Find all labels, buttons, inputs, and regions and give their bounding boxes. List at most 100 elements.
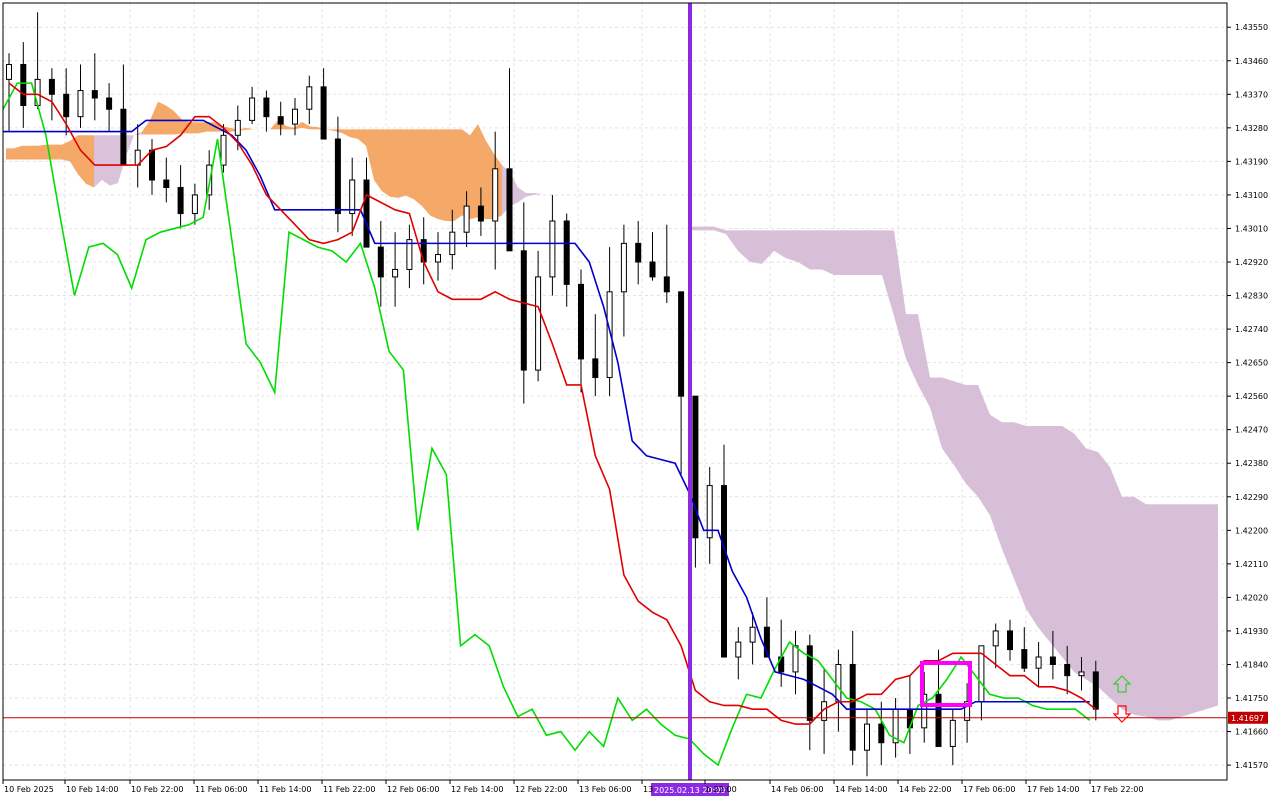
time-tick-label: 12 Feb 22:00 <box>515 785 567 794</box>
candle-bear <box>20 63 27 106</box>
cloud-future-segment <box>750 230 762 264</box>
candle-bear <box>106 97 113 110</box>
cloud-future-segment <box>1038 425 1050 643</box>
candle-bull <box>249 97 256 121</box>
time-tick-label: 17 Feb 06:00 <box>963 785 1015 794</box>
cloud-segment <box>470 124 478 220</box>
candle-bear <box>1021 649 1028 669</box>
time-tick-label: 11 Feb 06:00 <box>195 785 247 794</box>
cloud-future-segment <box>1182 504 1194 717</box>
candle-bear <box>678 291 685 397</box>
price-tick-label: 1.43460 <box>1235 57 1268 66</box>
candle-bull <box>1035 656 1042 669</box>
candle-bear <box>692 395 699 539</box>
candle-bull <box>463 205 470 233</box>
cloud-future-segment <box>858 230 870 276</box>
cloud-segment <box>446 129 454 222</box>
candle-bear <box>120 108 127 166</box>
time-tick-label: 10 Feb 14:00 <box>66 785 118 794</box>
price-tick-label: 1.41570 <box>1235 761 1268 770</box>
candle-bear <box>1064 663 1071 677</box>
cloud-segment <box>94 135 102 188</box>
price-tick-label: 1.42470 <box>1235 426 1268 435</box>
cloud-future-segment <box>702 226 714 231</box>
price-tick-label: 1.43010 <box>1235 224 1268 233</box>
candle-bull <box>234 119 241 136</box>
time-tick-label: 17 Feb 22:00 <box>1091 785 1143 794</box>
candle-bear <box>48 78 55 95</box>
price-tick-label: 1.43550 <box>1235 23 1268 32</box>
time-tick-label: 14 Feb 06:00 <box>771 785 823 794</box>
price-tick-label: 1.43370 <box>1235 90 1268 99</box>
candle-bear <box>1049 656 1056 665</box>
candle-bear <box>592 358 599 379</box>
price-tick-label: 1.42380 <box>1235 459 1268 468</box>
cloud-future-segment <box>1014 422 1026 609</box>
cloud-future-segment <box>1146 504 1158 721</box>
cloud-future-segment <box>966 384 978 497</box>
cloud-segment <box>38 144 46 160</box>
candle-bull <box>306 86 313 110</box>
cloud-segment <box>30 145 38 160</box>
time-tick-label: 10 Feb 2025 <box>4 785 54 794</box>
time-tick-label: 17 Feb 14:00 <box>1027 785 1079 794</box>
cloud-segment <box>454 129 462 222</box>
cloud-segment <box>102 135 110 186</box>
price-tick-label: 1.41660 <box>1235 728 1268 737</box>
candle-bull <box>735 641 742 658</box>
cloud-future-segment <box>1110 466 1122 710</box>
cloud-segment <box>198 122 206 134</box>
cloud-future-segment <box>1062 425 1074 672</box>
time-tick-label: 10 Feb 22:00 <box>131 785 183 794</box>
time-tick-label: 13 Feb 06:00 <box>579 785 631 794</box>
cloud-segment <box>430 129 438 220</box>
cloud-future-segment <box>1050 425 1062 658</box>
price-tick-label: 1.43280 <box>1235 124 1268 133</box>
candle-bear <box>63 93 70 118</box>
candle-bull <box>864 723 870 751</box>
cloud-future-segment <box>1086 448 1098 687</box>
cloud-segment <box>158 101 166 135</box>
candle-bear <box>520 250 527 371</box>
candle-bear <box>277 116 284 125</box>
candle-bull <box>535 276 542 371</box>
cloud-segment <box>414 129 422 207</box>
candle-bull <box>620 242 627 293</box>
price-tick-label: 1.41930 <box>1235 627 1268 636</box>
candle-bear <box>649 261 656 278</box>
candle-bull <box>292 108 298 125</box>
time-tick-label: b 22:00 <box>706 785 737 794</box>
price-tick-label: 1.42110 <box>1235 560 1268 569</box>
price-tick-label: 1.42020 <box>1235 593 1268 602</box>
candle-bull <box>77 90 84 118</box>
candle-bear <box>377 246 384 278</box>
price-tick-label: 1.42920 <box>1235 258 1268 267</box>
time-tick-label: 11 Feb 14:00 <box>259 785 311 794</box>
candle-bear <box>563 220 570 285</box>
candle-bear <box>91 90 98 99</box>
cloud-segment <box>110 135 118 186</box>
time-tick-label: 12 Feb 14:00 <box>451 785 503 794</box>
price-tick-label: 1.41750 <box>1235 694 1268 703</box>
candle-bull <box>392 268 399 278</box>
candle-bear <box>635 242 642 263</box>
candle-bear <box>721 485 727 658</box>
candle-bear <box>935 693 942 747</box>
candle-bull <box>220 134 227 166</box>
candle-bull <box>949 719 956 747</box>
candle-bear <box>163 179 170 188</box>
cloud-segment <box>422 129 430 216</box>
candle-bull <box>549 220 556 278</box>
candle-bear <box>320 86 327 140</box>
candle-bull <box>1078 671 1085 677</box>
ichimoku-chart[interactable]: 1.416972025.02.13 20:00 1.435501.434601.… <box>0 0 1280 800</box>
candle-bear <box>177 186 184 215</box>
cloud-segment <box>190 122 198 134</box>
cloud-future-segment <box>1074 433 1086 680</box>
price-tick-label: 1.42200 <box>1235 526 1268 535</box>
cloud-segment <box>390 129 398 198</box>
cloud-segment <box>54 144 62 160</box>
cloud-segment <box>398 129 406 198</box>
price-tick-label: 1.43190 <box>1235 157 1268 166</box>
candle-bear <box>149 149 155 181</box>
